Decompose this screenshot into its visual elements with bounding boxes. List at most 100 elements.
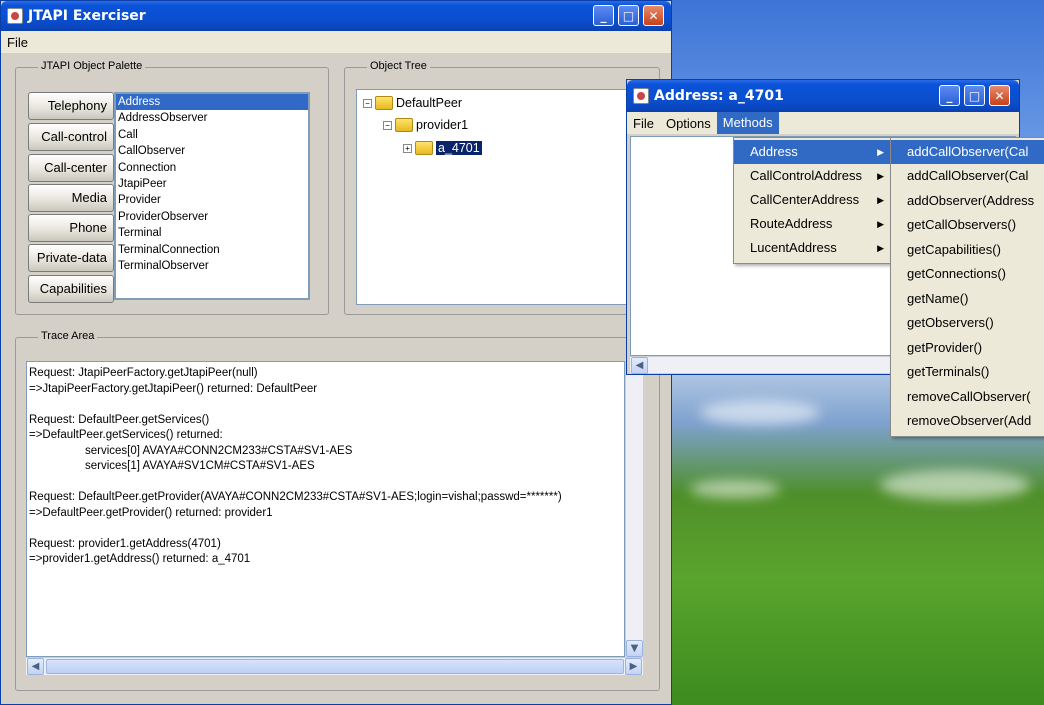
menu-methods[interactable]: Methods	[716, 112, 779, 134]
methods-item-address[interactable]: Address ▶	[734, 140, 890, 164]
trace-line: services[1] AVAYA#SV1CM#CSTA#SV1-AES	[85, 460, 315, 472]
menu-file[interactable]: File	[1, 35, 34, 50]
palette-button-call-control[interactable]: Call-control	[28, 123, 114, 151]
list-item[interactable]: JtapiPeer	[116, 176, 308, 192]
palette-button-private-data[interactable]: Private-data	[28, 244, 114, 272]
list-item[interactable]: Connection	[116, 160, 308, 176]
tree-node-label: provider1	[416, 118, 469, 132]
trace-line: =>DefaultPeer.getProvider() returned: pr…	[29, 506, 273, 519]
list-item[interactable]: Call	[116, 127, 308, 143]
menu-item-label: RouteAddress	[750, 216, 833, 231]
java-app-icon	[633, 88, 649, 104]
menu-item-label: CallCenterAddress	[750, 192, 860, 207]
palette-object-list[interactable]: Address AddressObserver Call CallObserve…	[114, 92, 310, 300]
collapse-icon[interactable]: −	[383, 120, 392, 130]
trace-line: Request: JtapiPeerFactory.getJtapiPeer(n…	[29, 367, 258, 379]
tree-node-address[interactable]: + a_4701	[403, 138, 482, 158]
address-methods-submenu: addCallObserver(Cal addCallObserver(Cal …	[890, 137, 1044, 437]
trace-line	[29, 397, 622, 413]
methods-item-callcenter[interactable]: CallCenterAddress ▶	[734, 188, 890, 212]
trace-line: Request: DefaultPeer.getProvider(AVAYA#C…	[29, 491, 562, 503]
palette-button-media[interactable]: Media	[28, 184, 114, 212]
trace-line: =>JtapiPeerFactory.getJtapiPeer() return…	[29, 382, 318, 395]
list-item[interactable]: ProviderObserver	[116, 209, 308, 225]
submenu-item[interactable]: getObservers()	[891, 311, 1044, 335]
menu-file[interactable]: File	[627, 116, 660, 131]
methods-item-route[interactable]: RouteAddress ▶	[734, 212, 890, 236]
list-item[interactable]: Terminal	[116, 225, 308, 241]
address-menubar: File Options Methods	[627, 112, 1019, 134]
main-menubar: File	[1, 31, 671, 53]
object-tree[interactable]: − DefaultPeer − provider1 + a_4701	[356, 89, 656, 305]
menu-item-label: CallControlAddress	[750, 168, 862, 183]
submenu-item[interactable]: getProvider()	[891, 336, 1044, 360]
scroll-thumb[interactable]	[46, 659, 624, 674]
object-palette-label: JTAPI Object Palette	[38, 60, 146, 72]
menu-item-label: LucentAddress	[750, 240, 837, 255]
trace-line	[29, 475, 622, 491]
folder-icon	[395, 118, 413, 132]
trace-vertical-scrollbar[interactable]: ▼	[625, 361, 643, 657]
tree-node-label: a_4701	[436, 141, 482, 155]
submenu-item[interactable]: getName()	[891, 287, 1044, 311]
close-button[interactable]: ✕	[643, 5, 664, 26]
menu-item-label: Address	[750, 144, 798, 159]
scroll-right-button[interactable]: ▶	[625, 658, 642, 675]
trace-horizontal-scrollbar[interactable]: ◀ ▶	[26, 657, 643, 675]
expand-icon[interactable]: +	[403, 143, 412, 153]
object-tree-label: Object Tree	[367, 60, 430, 72]
minimize-button[interactable]: _	[939, 85, 960, 106]
java-app-icon	[7, 8, 23, 24]
trace-area-label: Trace Area	[38, 330, 98, 342]
trace-line	[29, 521, 622, 537]
tree-node-label: DefaultPeer	[396, 96, 463, 110]
desktop-cloud	[690, 480, 780, 498]
tree-node-provider[interactable]: − provider1	[383, 115, 468, 135]
palette-button-call-center[interactable]: Call-center	[28, 154, 114, 182]
submenu-item[interactable]: removeCallObserver(	[891, 385, 1044, 409]
submenu-item[interactable]: addCallObserver(Cal	[891, 140, 1044, 164]
scroll-down-button[interactable]: ▼	[626, 640, 643, 657]
address-titlebar[interactable]: Address: a_4701 _ □ ✕	[627, 80, 1019, 112]
scroll-left-button[interactable]: ◀	[27, 658, 44, 675]
submenu-item[interactable]: getConnections()	[891, 262, 1044, 286]
maximize-button[interactable]: □	[964, 85, 985, 106]
list-item[interactable]: AddressObserver	[116, 110, 308, 126]
palette-button-telephony[interactable]: Telephony	[28, 92, 114, 120]
list-item[interactable]: TerminalConnection	[116, 242, 308, 258]
list-item[interactable]: Provider	[116, 192, 308, 208]
maximize-button[interactable]: □	[618, 5, 639, 26]
collapse-icon[interactable]: −	[363, 98, 372, 108]
close-button[interactable]: ✕	[989, 85, 1010, 106]
submenu-item[interactable]: getTerminals()	[891, 360, 1044, 384]
trace-text-area[interactable]: Request: JtapiPeerFactory.getJtapiPeer(n…	[26, 361, 625, 657]
palette-button-phone[interactable]: Phone	[28, 214, 114, 242]
submenu-arrow-icon: ▶	[877, 195, 884, 205]
minimize-button[interactable]: _	[593, 5, 614, 26]
desktop-cloud	[880, 470, 1030, 500]
trace-line: =>provider1.getAddress() returned: a_470…	[29, 553, 251, 565]
desktop-cloud	[700, 400, 820, 425]
submenu-item[interactable]: addCallObserver(Cal	[891, 164, 1044, 188]
submenu-item[interactable]: getCallObservers()	[891, 213, 1044, 237]
menu-options[interactable]: Options	[660, 116, 717, 131]
methods-item-lucent[interactable]: LucentAddress ▶	[734, 236, 890, 260]
list-item[interactable]: CallObserver	[116, 143, 308, 159]
main-titlebar[interactable]: JTAPI Exerciser _ □ ✕	[1, 1, 671, 31]
tree-node-root[interactable]: − DefaultPeer	[363, 93, 462, 113]
trace-line: =>DefaultPeer.getServices() returned:	[29, 429, 223, 441]
submenu-item[interactable]: removeObserver(Add	[891, 409, 1044, 433]
submenu-arrow-icon: ▶	[877, 219, 884, 229]
list-item[interactable]: Address	[116, 94, 308, 111]
palette-button-capabilities[interactable]: Capabilities	[28, 275, 114, 303]
methods-menu: Address ▶ CallControlAddress ▶ CallCenterA…	[733, 137, 891, 264]
submenu-arrow-icon: ▶	[877, 243, 884, 253]
scroll-left-button[interactable]: ◀	[631, 357, 648, 374]
submenu-item[interactable]: addObserver(Address	[891, 189, 1044, 213]
list-item[interactable]: TerminalObserver	[116, 258, 308, 274]
methods-item-callcontrol[interactable]: CallControlAddress ▶	[734, 164, 890, 188]
trace-line: Request: DefaultPeer.getServices()	[29, 413, 210, 426]
submenu-item[interactable]: getCapabilities()	[891, 238, 1044, 262]
jtapi-exerciser-window: JTAPI Exerciser _ □ ✕ File JTAPI Object …	[0, 0, 672, 705]
trace-line: Request: provider1.getAddress(4701)	[29, 537, 221, 550]
